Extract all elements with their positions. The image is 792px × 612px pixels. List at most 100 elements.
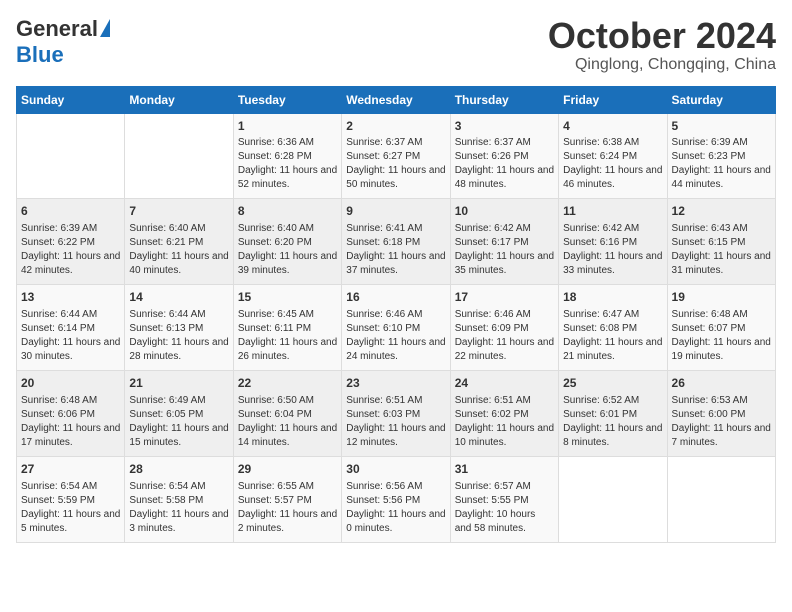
sunrise-text: Sunrise: 6:46 AM	[455, 309, 531, 320]
sunrise-text: Sunrise: 6:53 AM	[672, 395, 748, 406]
sunrise-text: Sunrise: 6:54 AM	[21, 481, 97, 492]
sunrise-text: Sunrise: 6:51 AM	[455, 395, 531, 406]
day-number: 8	[238, 203, 337, 220]
day-number: 26	[672, 375, 771, 392]
calendar-cell: 11Sunrise: 6:42 AMSunset: 6:16 PMDayligh…	[559, 199, 667, 285]
sunset-text: Sunset: 6:13 PM	[129, 323, 203, 334]
day-number: 9	[346, 203, 445, 220]
sunset-text: Sunset: 6:05 PM	[129, 409, 203, 420]
calendar-cell: 31Sunrise: 6:57 AMSunset: 5:55 PMDayligh…	[450, 456, 558, 542]
daylight-text: Daylight: 11 hours and 2 minutes.	[238, 509, 337, 534]
daylight-text: Daylight: 10 hours and 58 minutes.	[455, 509, 536, 534]
daylight-text: Daylight: 11 hours and 24 minutes.	[346, 337, 445, 362]
calendar-week-2: 6Sunrise: 6:39 AMSunset: 6:22 PMDaylight…	[17, 199, 776, 285]
day-number: 15	[238, 289, 337, 306]
sunrise-text: Sunrise: 6:40 AM	[129, 223, 205, 234]
calendar-cell: 23Sunrise: 6:51 AMSunset: 6:03 PMDayligh…	[342, 370, 450, 456]
day-number: 19	[672, 289, 771, 306]
sunset-text: Sunset: 6:04 PM	[238, 409, 312, 420]
calendar-table: SundayMondayTuesdayWednesdayThursdayFrid…	[16, 86, 776, 543]
daylight-text: Daylight: 11 hours and 12 minutes.	[346, 423, 445, 448]
day-number: 24	[455, 375, 554, 392]
sunset-text: Sunset: 6:02 PM	[455, 409, 529, 420]
sunrise-text: Sunrise: 6:56 AM	[346, 481, 422, 492]
sunset-text: Sunset: 5:59 PM	[21, 495, 95, 506]
sunrise-text: Sunrise: 6:41 AM	[346, 223, 422, 234]
calendar-week-3: 13Sunrise: 6:44 AMSunset: 6:14 PMDayligh…	[17, 285, 776, 371]
day-number: 3	[455, 118, 554, 135]
daylight-text: Daylight: 11 hours and 3 minutes.	[129, 509, 228, 534]
calendar-cell: 5Sunrise: 6:39 AMSunset: 6:23 PMDaylight…	[667, 113, 775, 199]
day-number: 28	[129, 461, 228, 478]
sunset-text: Sunset: 6:10 PM	[346, 323, 420, 334]
day-number: 14	[129, 289, 228, 306]
logo-blue-text: Blue	[16, 42, 64, 68]
daylight-text: Daylight: 11 hours and 48 minutes.	[455, 165, 554, 190]
weekday-header-wednesday: Wednesday	[342, 86, 450, 113]
day-number: 22	[238, 375, 337, 392]
day-number: 27	[21, 461, 120, 478]
calendar-cell: 2Sunrise: 6:37 AMSunset: 6:27 PMDaylight…	[342, 113, 450, 199]
calendar-cell: 15Sunrise: 6:45 AMSunset: 6:11 PMDayligh…	[233, 285, 341, 371]
day-number: 23	[346, 375, 445, 392]
daylight-text: Daylight: 11 hours and 7 minutes.	[672, 423, 771, 448]
sunset-text: Sunset: 6:22 PM	[21, 237, 95, 248]
sunrise-text: Sunrise: 6:48 AM	[21, 395, 97, 406]
weekday-header-row: SundayMondayTuesdayWednesdayThursdayFrid…	[17, 86, 776, 113]
calendar-cell: 9Sunrise: 6:41 AMSunset: 6:18 PMDaylight…	[342, 199, 450, 285]
sunrise-text: Sunrise: 6:42 AM	[563, 223, 639, 234]
day-number: 25	[563, 375, 662, 392]
daylight-text: Daylight: 11 hours and 52 minutes.	[238, 165, 337, 190]
sunset-text: Sunset: 6:27 PM	[346, 151, 420, 162]
calendar-cell: 25Sunrise: 6:52 AMSunset: 6:01 PMDayligh…	[559, 370, 667, 456]
day-number: 30	[346, 461, 445, 478]
sunset-text: Sunset: 6:03 PM	[346, 409, 420, 420]
sunrise-text: Sunrise: 6:37 AM	[455, 137, 531, 148]
location-subtitle: Qinglong, Chongqing, China	[548, 56, 776, 74]
weekday-header-sunday: Sunday	[17, 86, 125, 113]
sunrise-text: Sunrise: 6:54 AM	[129, 481, 205, 492]
day-number: 20	[21, 375, 120, 392]
sunset-text: Sunset: 6:23 PM	[672, 151, 746, 162]
page-header: General Blue October 2024 Qinglong, Chon…	[16, 16, 776, 74]
daylight-text: Daylight: 11 hours and 0 minutes.	[346, 509, 445, 534]
daylight-text: Daylight: 11 hours and 10 minutes.	[455, 423, 554, 448]
sunrise-text: Sunrise: 6:43 AM	[672, 223, 748, 234]
sunrise-text: Sunrise: 6:49 AM	[129, 395, 205, 406]
day-number: 2	[346, 118, 445, 135]
calendar-cell: 28Sunrise: 6:54 AMSunset: 5:58 PMDayligh…	[125, 456, 233, 542]
sunrise-text: Sunrise: 6:36 AM	[238, 137, 314, 148]
calendar-cell: 8Sunrise: 6:40 AMSunset: 6:20 PMDaylight…	[233, 199, 341, 285]
sunset-text: Sunset: 6:07 PM	[672, 323, 746, 334]
calendar-cell: 4Sunrise: 6:38 AMSunset: 6:24 PMDaylight…	[559, 113, 667, 199]
calendar-cell: 27Sunrise: 6:54 AMSunset: 5:59 PMDayligh…	[17, 456, 125, 542]
calendar-cell: 29Sunrise: 6:55 AMSunset: 5:57 PMDayligh…	[233, 456, 341, 542]
sunrise-text: Sunrise: 6:55 AM	[238, 481, 314, 492]
calendar-cell: 21Sunrise: 6:49 AMSunset: 6:05 PMDayligh…	[125, 370, 233, 456]
calendar-cell: 10Sunrise: 6:42 AMSunset: 6:17 PMDayligh…	[450, 199, 558, 285]
day-number: 17	[455, 289, 554, 306]
calendar-cell: 17Sunrise: 6:46 AMSunset: 6:09 PMDayligh…	[450, 285, 558, 371]
weekday-header-tuesday: Tuesday	[233, 86, 341, 113]
sunset-text: Sunset: 6:26 PM	[455, 151, 529, 162]
calendar-cell	[17, 113, 125, 199]
day-number: 7	[129, 203, 228, 220]
sunset-text: Sunset: 6:28 PM	[238, 151, 312, 162]
sunrise-text: Sunrise: 6:57 AM	[455, 481, 531, 492]
daylight-text: Daylight: 11 hours and 33 minutes.	[563, 251, 662, 276]
day-number: 16	[346, 289, 445, 306]
month-title: October 2024	[548, 16, 776, 56]
weekday-header-friday: Friday	[559, 86, 667, 113]
sunset-text: Sunset: 6:06 PM	[21, 409, 95, 420]
day-number: 13	[21, 289, 120, 306]
title-block: October 2024 Qinglong, Chongqing, China	[548, 16, 776, 74]
logo-triangle-icon	[100, 19, 110, 37]
daylight-text: Daylight: 11 hours and 46 minutes.	[563, 165, 662, 190]
sunrise-text: Sunrise: 6:38 AM	[563, 137, 639, 148]
daylight-text: Daylight: 11 hours and 8 minutes.	[563, 423, 662, 448]
calendar-cell: 14Sunrise: 6:44 AMSunset: 6:13 PMDayligh…	[125, 285, 233, 371]
daylight-text: Daylight: 11 hours and 21 minutes.	[563, 337, 662, 362]
sunrise-text: Sunrise: 6:50 AM	[238, 395, 314, 406]
sunset-text: Sunset: 5:57 PM	[238, 495, 312, 506]
sunrise-text: Sunrise: 6:52 AM	[563, 395, 639, 406]
